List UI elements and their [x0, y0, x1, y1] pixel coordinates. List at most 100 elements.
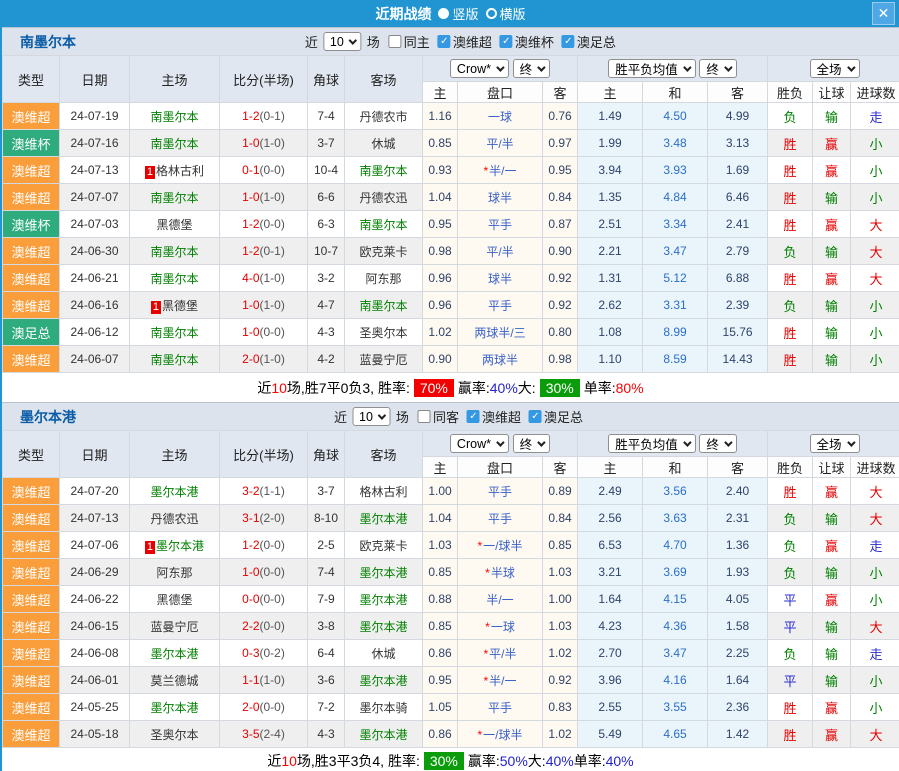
away-team: 南墨尔本 [345, 157, 423, 184]
home-team: 墨尔本港 [130, 640, 220, 667]
avg-select[interactable]: 胜平负均值 [608, 434, 696, 453]
filter-checkbox-澳维杯[interactable]: ✓澳维杯 [500, 32, 554, 51]
scope-select[interactable]: 全场 [810, 434, 860, 453]
handicap-text: 半/一 [486, 593, 513, 607]
team-name-text: 南墨尔本 [150, 137, 198, 151]
checkbox-checked-icon: ✓ [529, 410, 542, 423]
scope-select[interactable]: 全场 [810, 59, 860, 78]
team-name-text: 墨尔本港 [359, 620, 407, 634]
col-header-score: 比分(半场) [220, 431, 308, 478]
away-odds: 0.84 [543, 505, 578, 532]
subcol-wdl: 胜负 [768, 457, 813, 478]
avg-draw-odds: 3.93 [643, 157, 708, 184]
match-row: 澳维超24-07-19南墨尔本1-2(0-1)7-4丹德农市1.16一球0.76… [3, 103, 899, 130]
goals-result: 小 [851, 184, 899, 211]
games-count-select[interactable]: 10 [352, 407, 391, 426]
dialog-titlebar: 近期战绩 竖版 横版 ✕ [2, 0, 899, 27]
wdl-result: 胜 [768, 694, 813, 721]
match-date: 24-06-22 [60, 586, 130, 613]
checkbox-checked-icon: ✓ [500, 35, 513, 48]
avg-select[interactable]: 胜平负均值 [608, 59, 696, 78]
corner-count: 6-3 [308, 211, 345, 238]
halftime-score: (0-0) [260, 325, 285, 339]
handicap-result: 赢 [813, 721, 851, 748]
match-row: 澳维超24-05-25墨尔本港2-0(0-0)7-2墨尔本骑1.05平手0.83… [3, 694, 899, 721]
handicap-result: 赢 [813, 130, 851, 157]
section-header-bar: 墨尔本港 近10场同客✓澳维超✓澳足总 [2, 402, 899, 430]
score-halftime: 1-0(1-0) [220, 184, 308, 211]
odds-final-select[interactable]: 终 [513, 59, 551, 78]
away-team: 阿东那 [345, 265, 423, 292]
odds-company-select[interactable]: Crow* [450, 59, 509, 78]
layout-radio-horizontal[interactable]: 横版 [486, 4, 526, 23]
filter-checkbox-澳维超[interactable]: ✓澳维超 [467, 407, 521, 426]
subcol-avg-draw: 和 [643, 457, 708, 478]
handicap-line: *一/球半 [458, 721, 543, 748]
fulltime-score: 1-2 [242, 109, 259, 123]
handicap-text: 一球 [491, 620, 515, 634]
avg-home-odds: 1.35 [578, 184, 643, 211]
fulltime-score: 1-0 [242, 298, 259, 312]
avg-final-select[interactable]: 终 [699, 434, 737, 453]
col-header-corner: 角球 [308, 431, 345, 478]
home-odds: 0.93 [423, 157, 458, 184]
team-name-text: 格林古利 [359, 485, 407, 499]
checkbox-unchecked-icon [418, 410, 431, 423]
avg-home-odds: 1.10 [578, 346, 643, 373]
chevron-down-icon [847, 438, 855, 446]
wdl-result: 胜 [768, 346, 813, 373]
odds-company-select[interactable]: Crow* [450, 434, 509, 453]
match-row: 澳足总24-06-12南墨尔本1-0(0-0)4-3圣奥尔本1.02两球半/三0… [3, 319, 899, 346]
summary-segment: 单率: [574, 751, 606, 771]
checkbox-label: 同主 [404, 32, 430, 51]
avg-home-odds: 2.55 [578, 694, 643, 721]
away-odds: 1.03 [543, 559, 578, 586]
avg-away-odds: 3.13 [708, 130, 768, 157]
checkbox-label: 澳足总 [544, 407, 583, 426]
team-name-text: 墨尔本港 [359, 512, 407, 526]
close-button[interactable]: ✕ [872, 2, 895, 25]
away-team: 墨尔本港 [345, 667, 423, 694]
filter-checkbox-澳足总[interactable]: ✓澳足总 [529, 407, 583, 426]
handicap-text: 平/半 [486, 245, 513, 259]
home-team: 南墨尔本 [130, 184, 220, 211]
games-unit-label: 场 [396, 407, 409, 426]
away-odds: 0.98 [543, 346, 578, 373]
team-name-text: 墨尔本港 [359, 728, 407, 742]
home-team: 圣奥尔本 [130, 721, 220, 748]
halftime-score: (1-0) [260, 298, 285, 312]
match-date: 24-07-13 [60, 505, 130, 532]
avg-select-group: 胜平负均值 终 [578, 431, 768, 457]
games-count-select[interactable]: 10 [323, 32, 362, 51]
match-date: 24-06-08 [60, 640, 130, 667]
score-halftime: 1-0(1-0) [220, 292, 308, 319]
handicap-result: 输 [813, 613, 851, 640]
handicap-line: *一球 [458, 613, 543, 640]
team-section: 墨尔本港 近10场同客✓澳维超✓澳足总 类型 日期 主场 比分(半场) 角球 客… [2, 402, 899, 771]
avg-final-select[interactable]: 终 [699, 59, 737, 78]
subcol-goals: 进球数 [851, 82, 899, 103]
avg-select-group: 胜平负均值 终 [578, 56, 768, 82]
match-date: 24-07-07 [60, 184, 130, 211]
checkbox-unchecked-icon [389, 35, 402, 48]
wdl-result: 胜 [768, 130, 813, 157]
away-team: 墨尔本港 [345, 586, 423, 613]
halftime-score: (0-1) [260, 244, 285, 258]
corner-count: 2-5 [308, 532, 345, 559]
layout-radio-vertical[interactable]: 竖版 [438, 4, 478, 23]
avg-away-odds: 4.05 [708, 586, 768, 613]
filter-checkbox-同客[interactable]: 同客 [418, 407, 459, 426]
away-odds: 0.80 [543, 319, 578, 346]
goals-result: 走 [851, 532, 899, 559]
odds-final-select[interactable]: 终 [513, 434, 551, 453]
filter-checkbox-澳足总[interactable]: ✓澳足总 [562, 32, 616, 51]
league-badge: 澳维超 [3, 721, 60, 748]
team-name-text: 蓝曼宁厄 [359, 353, 407, 367]
home-team: 1黑德堡 [130, 292, 220, 319]
filter-checkbox-同主[interactable]: 同主 [389, 32, 430, 51]
avg-away-odds: 6.88 [708, 265, 768, 292]
handicap-result: 输 [813, 346, 851, 373]
goals-result: 小 [851, 586, 899, 613]
filter-checkbox-澳维超[interactable]: ✓澳维超 [438, 32, 492, 51]
handicap-line: 球半 [458, 265, 543, 292]
